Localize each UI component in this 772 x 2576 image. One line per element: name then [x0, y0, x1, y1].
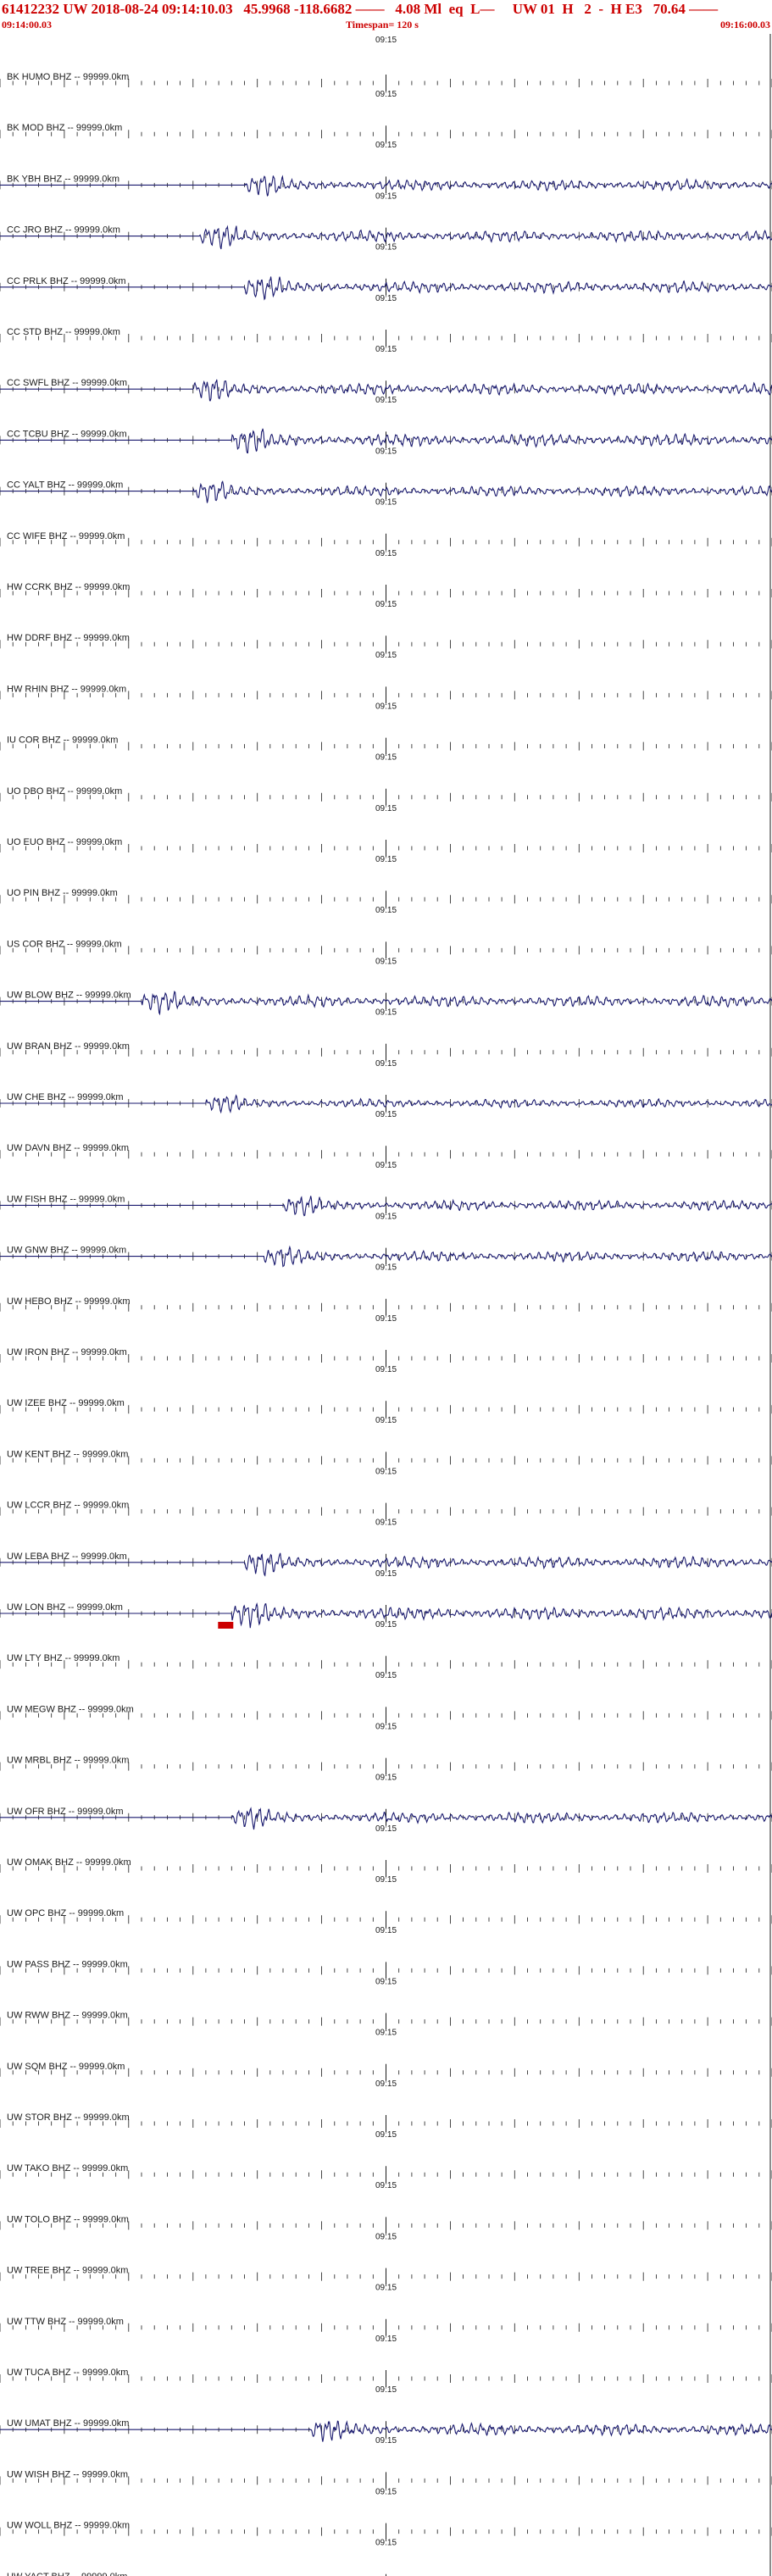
station-label: UW BLOW BHZ -- 99999.0km	[7, 991, 131, 1001]
station-label: CC JRO BHZ -- 99999.0km	[7, 225, 120, 236]
time-tick-label: 09:15	[375, 192, 397, 201]
time-tick-label: 09:15	[375, 2539, 397, 2548]
station-label: BK YBH BHZ -- 99999.0km	[7, 174, 119, 184]
station-label: BK HUMO BHZ -- 99999.0km	[7, 72, 129, 82]
station-label: UW MEGW BHZ -- 99999.0km	[7, 1704, 134, 1714]
time-tick-label: 09:15	[375, 396, 397, 405]
station-label: HW RHIN BHZ -- 99999.0km	[7, 684, 126, 694]
time-tick-label: 09:15	[375, 1774, 397, 1783]
time-tick-label: 09:15	[375, 1059, 397, 1069]
time-tick-label: 09:15	[375, 1110, 397, 1119]
station-label: UW TTW BHZ -- 99999.0km	[7, 2317, 124, 2327]
time-tick-label: 09:15	[375, 1161, 397, 1170]
station-label: UW LTY BHZ -- 99999.0km	[7, 1653, 119, 1663]
time-tick-label: 09:15	[375, 1569, 397, 1579]
station-label: HW DDRF BHZ -- 99999.0km	[7, 633, 130, 643]
time-tick-label: 09:15	[375, 957, 397, 966]
pick-marker	[218, 1622, 234, 1629]
station-label: UW DAVN BHZ -- 99999.0km	[7, 1143, 129, 1153]
time-tick-label: 09:15	[375, 447, 397, 456]
time-tick-label: 09:15	[375, 702, 397, 711]
time-tick-label: 09:15	[375, 1620, 397, 1629]
station-label: UW STOR BHZ -- 99999.0km	[7, 2112, 130, 2123]
station-label: UW WOLL BHZ -- 99999.0km	[7, 2521, 130, 2531]
station-label: UO PIN BHZ -- 99999.0km	[7, 888, 118, 898]
time-tick-label: 09:15	[375, 1926, 397, 1935]
time-tick-label: 09:15	[375, 1977, 397, 1986]
time-tick-label: 09:15	[375, 804, 397, 813]
station-label: UW RWW BHZ -- 99999.0km	[7, 2011, 128, 2021]
time-tick-label: 09:15	[375, 906, 397, 915]
station-label: CC WIFE BHZ -- 99999.0km	[7, 531, 125, 541]
station-label: UW CHE BHZ -- 99999.0km	[7, 1092, 124, 1102]
station-label: UW OFR BHZ -- 99999.0km	[7, 1807, 124, 1817]
station-label: UW TUCA BHZ -- 99999.0km	[7, 2368, 128, 2378]
time-tick-label: 09:15	[375, 1518, 397, 1528]
station-label: UW TOLO BHZ -- 99999.0km	[7, 2214, 129, 2224]
time-tick-label: 09:15	[375, 1263, 397, 1273]
station-label: UW BRAN BHZ -- 99999.0km	[7, 1041, 130, 1052]
time-tick-label: 09:15	[375, 1722, 397, 1731]
station-label: UW WISH BHZ -- 99999.0km	[7, 2469, 128, 2479]
time-tick-label: 09:15	[375, 2487, 397, 2496]
time-tick-label: 09:15	[375, 2181, 397, 2190]
station-label: CC PRLK BHZ -- 99999.0km	[7, 276, 126, 286]
station-label: UW OPC BHZ -- 99999.0km	[7, 1908, 124, 1918]
time-tick-label: 09:15	[375, 651, 397, 660]
station-label: UW GNW BHZ -- 99999.0km	[7, 1246, 126, 1256]
time-tick-label: 09:15	[375, 2232, 397, 2241]
time-tick-label: 09:15	[375, 549, 397, 558]
time-tick-label: 09:15	[375, 2334, 397, 2344]
time-tick-label: 09:15	[375, 2385, 397, 2395]
time-tick-label: 09:15	[375, 345, 397, 354]
time-tick-label: 09:15	[375, 753, 397, 763]
seismogram-plot: 09:15BK HUMO BHZ -- 99999.0km09:15BK MOD…	[0, 34, 772, 2576]
time-tick-label: 09:15	[375, 1365, 397, 1374]
station-label: UW TAKO BHZ -- 99999.0km	[7, 2163, 128, 2174]
station-label: UW PASS BHZ -- 99999.0km	[7, 1959, 128, 1969]
station-label: HW CCRK BHZ -- 99999.0km	[7, 582, 130, 592]
time-tick-label: 09:15	[375, 2079, 397, 2089]
station-label: UW OMAK BHZ -- 99999.0km	[7, 1857, 131, 1868]
station-label: UW SQM BHZ -- 99999.0km	[7, 2062, 125, 2072]
station-label: UW IRON BHZ -- 99999.0km	[7, 1347, 127, 1357]
station-label: UW KENT BHZ -- 99999.0km	[7, 1449, 128, 1459]
time-tick-label: 09:15	[375, 855, 397, 864]
station-label: UW LCCR BHZ -- 99999.0km	[7, 1501, 129, 1511]
station-label: UW LEBA BHZ -- 99999.0km	[7, 1552, 127, 1562]
station-label: UW LON BHZ -- 99999.0km	[7, 1602, 123, 1613]
time-tick-label: 09:15	[375, 2284, 397, 2293]
station-label: UW IZEE BHZ -- 99999.0km	[7, 1398, 125, 1408]
time-tick-label: 09:15	[375, 1467, 397, 1476]
station-label: UW TREE BHZ -- 99999.0km	[7, 2266, 128, 2276]
station-label: CC TCBU BHZ -- 99999.0km	[7, 429, 127, 439]
time-tick-label: 09:15	[375, 1671, 397, 1680]
time-tick-label: 09:15	[375, 1314, 397, 1324]
time-tick-label: 09:15	[375, 2029, 397, 2038]
time-tick-label: 09:15	[375, 2436, 397, 2446]
station-label: UW MRBL BHZ -- 99999.0km	[7, 1756, 129, 1766]
station-label: CC SWFL BHZ -- 99999.0km	[7, 378, 127, 388]
station-label: CC YALT BHZ -- 99999.0km	[7, 480, 123, 491]
time-tick-label: 09:15	[375, 1416, 397, 1425]
time-tick-label: 09:15	[375, 2130, 397, 2140]
time-tick-label: 09:15	[375, 243, 397, 253]
time-tick-label: 09:15	[375, 90, 397, 99]
time-tick-label: 09:15	[375, 36, 397, 45]
station-label: UW UMAT BHZ -- 99999.0km	[7, 2418, 129, 2429]
time-tick-label: 09:15	[375, 1008, 397, 1018]
time-tick-label: 09:15	[375, 1875, 397, 1885]
time-tick-label: 09:15	[375, 498, 397, 508]
station-label: CC STD BHZ -- 99999.0km	[7, 327, 120, 337]
time-tick-label: 09:15	[375, 1212, 397, 1221]
time-tick-label: 09:15	[375, 600, 397, 609]
time-tick-label: 09:15	[375, 1824, 397, 1834]
time-tick-label: 09:15	[375, 141, 397, 150]
station-label: UW YACT BHZ -- 99999.0km	[7, 2572, 127, 2576]
time-tick-label: 09:15	[375, 294, 397, 303]
station-label: IU COR BHZ -- 99999.0km	[7, 736, 118, 746]
station-label: UW HEBO BHZ -- 99999.0km	[7, 1296, 130, 1307]
station-label: UW FISH BHZ -- 99999.0km	[7, 1194, 125, 1204]
